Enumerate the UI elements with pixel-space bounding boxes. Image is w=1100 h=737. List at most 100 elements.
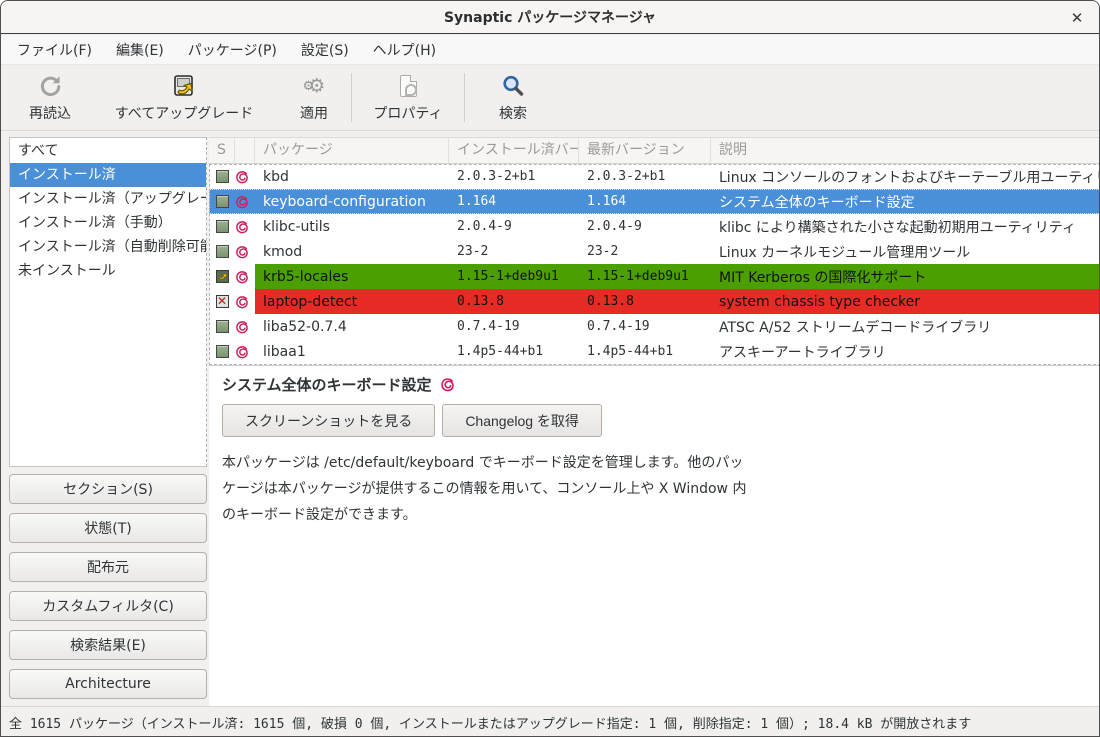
properties-label: プロパティ <box>373 103 442 123</box>
installed-version: 0.7.4-19 <box>449 314 579 339</box>
synaptic-window: Synaptic パッケージマネージャ ✕ ファイル(F) 編集(E) パッケー… <box>0 0 1100 737</box>
table-row-marked-upgrade[interactable]: krb5-locales 1.15-1+deb9u1 1.15-1+deb9u1… <box>209 264 1100 289</box>
debian-swirl-icon <box>235 189 255 214</box>
apply-button[interactable]: ⚙⚙ 適用 <box>277 65 351 130</box>
description-line: のキーボード設定ができます。 <box>222 502 1100 528</box>
table-row-selected[interactable]: keyboard-configuration 1.164 1.164 システム全… <box>209 189 1100 214</box>
filter-all[interactable]: すべて <box>10 139 206 163</box>
debian-swirl-icon <box>235 239 255 264</box>
installed-checkbox-icon[interactable] <box>209 239 235 264</box>
table-row-marked-removal[interactable]: ✕ laptop-detect 0.13.8 0.13.8 system cha… <box>209 289 1100 314</box>
menu-edit[interactable]: 編集(E) <box>104 36 176 64</box>
titlebar: Synaptic パッケージマネージャ ✕ <box>1 1 1099 34</box>
architecture-button[interactable]: Architecture <box>9 669 207 699</box>
upgrade-all-label: すべてアップグレード <box>115 103 253 123</box>
installed-version: 2.0.3-2+b1 <box>449 164 579 189</box>
latest-version: 1.15-1+deb9u1 <box>579 264 711 289</box>
reload-button[interactable]: 再読込 <box>9 65 91 130</box>
latest-version: 0.13.8 <box>579 289 711 314</box>
search-label: 検索 <box>499 103 527 123</box>
properties-button[interactable]: プロパティ <box>352 65 464 130</box>
package-description: MIT Kerberos の国際化サポート <box>711 264 1100 289</box>
filter-not-installed[interactable]: 未インストール <box>10 259 206 283</box>
package-name: liba52-0.7.4 <box>255 314 449 339</box>
debian-swirl-icon <box>235 264 255 289</box>
table-row[interactable]: klibc-utils 2.0.4-9 2.0.4-9 klibc により構築さ… <box>209 214 1100 239</box>
installed-checkbox-icon[interactable] <box>209 339 235 364</box>
filter-installed[interactable]: インストール済 <box>10 163 206 187</box>
get-changelog-button[interactable]: Changelog を取得 <box>442 404 602 437</box>
installed-checkbox-icon[interactable] <box>209 214 235 239</box>
installed-version: 1.4p5-44+b1 <box>449 339 579 364</box>
package-name: klibc-utils <box>255 214 449 239</box>
reload-label: 再読込 <box>29 103 71 123</box>
debian-swirl-icon <box>235 164 255 189</box>
package-description: システム全体のキーボード設定 <box>711 189 1100 214</box>
filter-list: すべて インストール済 インストール済（アップグレード可） インストール済（手動… <box>9 137 207 467</box>
column-latest-version[interactable]: 最新バージョン <box>579 138 711 163</box>
window-title: Synaptic パッケージマネージャ <box>444 7 656 27</box>
package-description: system chassis type checker <box>711 289 1100 314</box>
menu-file[interactable]: ファイル(F) <box>5 36 104 64</box>
upgrade-mark-icon[interactable] <box>209 264 235 289</box>
sidebar-view-buttons: セクション(S) 状態(T) 配布元 カスタムフィルタ(C) 検索結果(E) A… <box>9 474 207 699</box>
sections-button[interactable]: セクション(S) <box>9 474 207 504</box>
custom-filters-button[interactable]: カスタムフィルタ(C) <box>9 591 207 621</box>
installed-checkbox-icon[interactable] <box>209 164 235 189</box>
menu-help[interactable]: ヘルプ(H) <box>361 36 448 64</box>
apply-gears-icon: ⚙⚙ <box>303 72 326 100</box>
table-row[interactable]: liba52-0.7.4 0.7.4-19 0.7.4-19 ATSC A/52… <box>209 314 1100 339</box>
installed-version: 0.13.8 <box>449 289 579 314</box>
menubar: ファイル(F) 編集(E) パッケージ(P) 設定(S) ヘルプ(H) <box>1 35 1099 65</box>
package-description: klibc により構築された小さな起動初期用ユーティリティ <box>711 214 1100 239</box>
package-description: Linux カーネルモジュール管理用ツール <box>711 239 1100 264</box>
table-row[interactable]: kbd 2.0.3-2+b1 2.0.3-2+b1 Linux コンソールのフォ… <box>209 164 1100 189</box>
search-icon <box>501 72 525 100</box>
package-name: keyboard-configuration <box>255 189 449 214</box>
latest-version: 0.7.4-19 <box>579 314 711 339</box>
column-package[interactable]: パッケージ <box>255 138 449 163</box>
column-installed-version[interactable]: インストール済バージョン <box>449 138 579 163</box>
package-description: アスキーアートライブラリ <box>711 339 1100 364</box>
close-icon[interactable]: ✕ <box>1067 8 1087 28</box>
installed-version: 1.164 <box>449 189 579 214</box>
menu-package[interactable]: パッケージ(P) <box>176 36 289 64</box>
details-title: システム全体のキーボード設定 <box>222 374 432 395</box>
removal-mark-icon[interactable]: ✕ <box>209 289 235 314</box>
filter-installed-autoremovable[interactable]: インストール済（自動削除可能） <box>10 235 206 259</box>
description-line: 本パッケージは /etc/default/keyboard でキーボード設定を管… <box>222 450 1100 476</box>
apply-label: 適用 <box>300 103 328 123</box>
latest-version: 2.0.4-9 <box>579 214 711 239</box>
status-text: 全 1615 パッケージ（インストール済: 1615 個, 破損 0 個, イン… <box>9 713 971 732</box>
installed-version: 1.15-1+deb9u1 <box>449 264 579 289</box>
status-button[interactable]: 状態(T) <box>9 513 207 543</box>
installed-version: 2.0.4-9 <box>449 214 579 239</box>
search-button[interactable]: 検索 <box>465 65 561 130</box>
debian-swirl-icon <box>235 214 255 239</box>
upgrade-all-icon <box>171 72 197 100</box>
column-status[interactable]: S <box>209 138 235 163</box>
filter-installed-manual[interactable]: インストール済（手動） <box>10 211 206 235</box>
package-name: krb5-locales <box>255 264 449 289</box>
column-origin[interactable] <box>235 138 255 163</box>
column-description[interactable]: 説明 <box>711 138 1100 163</box>
reload-icon <box>37 72 63 100</box>
package-description: Linux コンソールのフォントおよびキーテーブル用ユーティリティ <box>711 164 1100 189</box>
menu-settings[interactable]: 設定(S) <box>289 36 361 64</box>
package-name: kbd <box>255 164 449 189</box>
latest-version: 1.164 <box>579 189 711 214</box>
view-screenshot-button[interactable]: スクリーンショットを見る <box>222 404 435 437</box>
properties-icon <box>400 72 417 100</box>
table-row[interactable]: kmod 23-2 23-2 Linux カーネルモジュール管理用ツール <box>209 239 1100 264</box>
installed-checkbox-icon[interactable] <box>209 189 235 214</box>
toolbar: 再読込 すべてアップグレード ⚙⚙ 適用 プロパティ <box>1 65 1099 131</box>
upgrade-all-button[interactable]: すべてアップグレード <box>91 65 277 130</box>
filter-installed-upgradable[interactable]: インストール済（アップグレード可） <box>10 187 206 211</box>
details-description: 本パッケージは /etc/default/keyboard でキーボード設定を管… <box>222 450 1100 528</box>
search-results-button[interactable]: 検索結果(E) <box>9 630 207 660</box>
latest-version: 23-2 <box>579 239 711 264</box>
table-row[interactable]: libaa1 1.4p5-44+b1 1.4p5-44+b1 アスキーアートライ… <box>209 339 1100 364</box>
package-description: ATSC A/52 ストリームデコードライブラリ <box>711 314 1100 339</box>
installed-checkbox-icon[interactable] <box>209 314 235 339</box>
origin-button[interactable]: 配布元 <box>9 552 207 582</box>
